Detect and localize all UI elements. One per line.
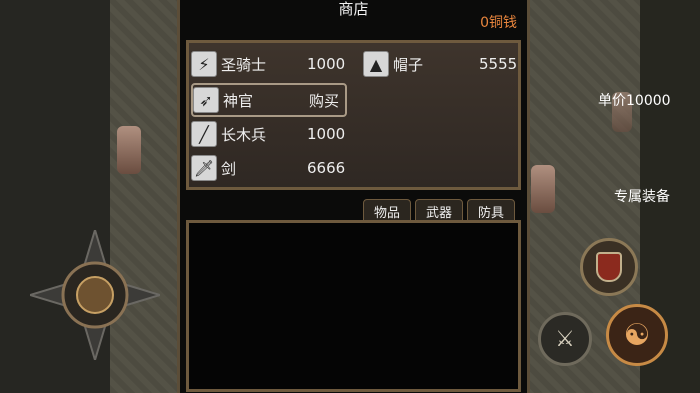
shop-panel: 商店 0铜钱 ⚡ 圣骑士 1000 ➶ 神官 购买 ╱ 长木兵 1000 🗡 剑… (177, 0, 530, 393)
bow-icon: ➶ (193, 87, 219, 113)
hat-icon: ▲ (363, 51, 389, 77)
item-name: 圣骑士 (221, 55, 267, 74)
shop-item[interactable]: ╱ 长木兵 1000 (191, 119, 345, 149)
shop-item-list: ⚡ 圣骑士 1000 ➶ 神官 购买 ╱ 长木兵 1000 🗡 剑 6666 ▲… (186, 40, 521, 190)
shop-item-selected[interactable]: ➶ 神官 购买 (191, 83, 348, 117)
item-price: 6666 (307, 159, 346, 177)
sword-icon: ⚔ (555, 326, 575, 352)
currency-counter: 0铜钱 (480, 15, 517, 31)
item-price: 1000 (307, 125, 346, 143)
item-price: 1000 (307, 55, 346, 73)
shop-item[interactable]: ▲ 帽子 5555 (363, 49, 517, 79)
lightning-icon: ⚡ (191, 51, 217, 77)
shop-item[interactable]: ⚡ 圣骑士 1000 (191, 49, 345, 79)
virtual-joystick[interactable] (26, 226, 164, 364)
npc-character (117, 126, 141, 174)
item-name: 神官 (223, 91, 254, 110)
item-name: 剑 (221, 159, 237, 178)
yin-yang-icon: ☯ (623, 317, 651, 353)
item-detail-panel (186, 220, 521, 392)
item-price: 5555 (479, 55, 518, 73)
skill-button[interactable]: ☯ (606, 304, 668, 366)
shop-item[interactable]: 🗡 剑 6666 (191, 153, 345, 183)
npc-character (531, 165, 555, 213)
unit-price-label: 单价10000 (598, 93, 671, 109)
buy-button[interactable]: 购买 (309, 90, 339, 111)
shield-button[interactable] (580, 238, 638, 296)
exclusive-equipment-label[interactable]: 专属装备 (614, 186, 670, 206)
attack-button[interactable]: ⚔ (538, 312, 592, 366)
shield-icon (596, 252, 622, 282)
item-name: 长木兵 (221, 125, 267, 144)
shop-title: 商店 (338, 0, 369, 18)
staff-icon: ╱ (191, 121, 217, 147)
sword-icon: 🗡 (191, 155, 217, 181)
item-name: 帽子 (393, 55, 424, 74)
